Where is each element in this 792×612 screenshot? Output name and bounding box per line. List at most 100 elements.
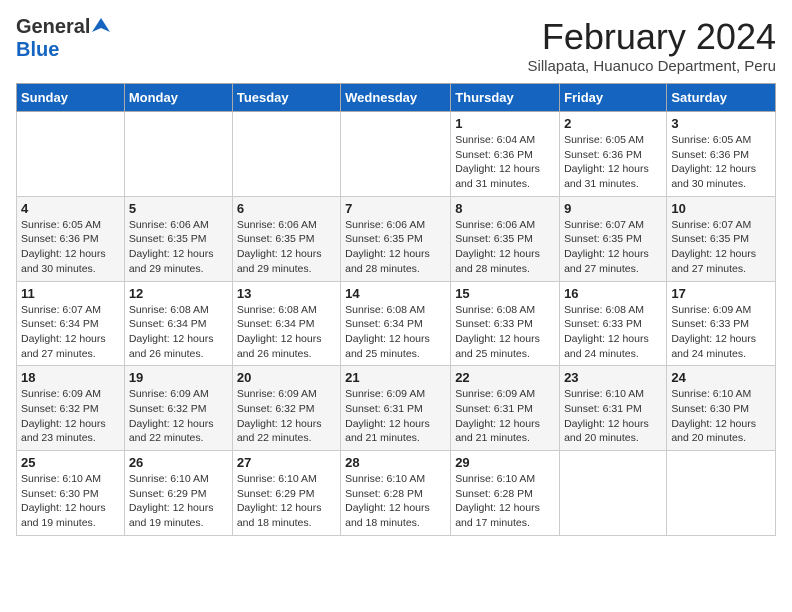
month-title: February 2024 bbox=[528, 16, 776, 58]
day-info: Sunrise: 6:08 AM Sunset: 6:34 PM Dayligh… bbox=[129, 303, 228, 362]
day-number: 21 bbox=[345, 370, 446, 385]
day-info: Sunrise: 6:09 AM Sunset: 6:32 PM Dayligh… bbox=[129, 387, 228, 446]
day-info: Sunrise: 6:06 AM Sunset: 6:35 PM Dayligh… bbox=[455, 218, 555, 277]
calendar-cell: 5Sunrise: 6:06 AM Sunset: 6:35 PM Daylig… bbox=[124, 196, 232, 281]
day-info: Sunrise: 6:05 AM Sunset: 6:36 PM Dayligh… bbox=[564, 133, 662, 192]
location-title: Sillapata, Huanuco Department, Peru bbox=[528, 58, 776, 75]
weekday-header-wednesday: Wednesday bbox=[341, 84, 451, 112]
calendar-cell: 14 Sunrise: 6:08 AM Sunset: 6:34 PM Dayli… bbox=[341, 281, 451, 366]
day-info: Sunrise: 6:09 AM Sunset: 6:31 PM Dayligh… bbox=[455, 387, 555, 446]
day-number: 23 bbox=[564, 370, 662, 385]
calendar-cell: 6 Sunrise: 6:06 AM Sunset: 6:35 PM Daylig… bbox=[232, 196, 340, 281]
day-number: 9 bbox=[564, 201, 662, 216]
weekday-header-monday: Monday bbox=[124, 84, 232, 112]
calendar-cell: 11 Sunrise: 6:07 AM Sunset: 6:34 PM Dayli… bbox=[17, 281, 125, 366]
calendar-cell: 23 Sunrise: 6:10 AM Sunset: 6:31 PM Dayli… bbox=[560, 366, 667, 451]
day-number: 18 bbox=[21, 370, 120, 385]
day-number: 8 bbox=[455, 201, 555, 216]
day-info: Sunrise: 6:09 AM Sunset: 6:31 PM Dayligh… bbox=[345, 387, 446, 446]
calendar-cell bbox=[124, 112, 232, 197]
weekday-header-thursday: Thursday bbox=[451, 84, 560, 112]
day-info: Sunrise: 6:08 AM Sunset: 6:33 PM Dayligh… bbox=[455, 303, 555, 362]
day-info: Sunrise: 6:10 AM Sunset: 6:30 PM Dayligh… bbox=[671, 387, 771, 446]
logo-blue-text: Blue bbox=[16, 39, 59, 61]
calendar-cell: 27Sunrise: 6:10 AM Sunset: 6:29 PM Dayli… bbox=[232, 451, 340, 536]
day-info: Sunrise: 6:07 AM Sunset: 6:34 PM Dayligh… bbox=[21, 303, 120, 362]
calendar-cell bbox=[560, 451, 667, 536]
calendar-cell: 13 Sunrise: 6:08 AM Sunset: 6:34 PM Dayli… bbox=[232, 281, 340, 366]
day-number: 4 bbox=[21, 201, 120, 216]
day-number: 12 bbox=[129, 286, 228, 301]
calendar-week-2: 4 Sunrise: 6:05 AM Sunset: 6:36 PM Daylig… bbox=[17, 196, 776, 281]
logo-general-text: General bbox=[16, 16, 90, 39]
day-info: Sunrise: 6:10 AM Sunset: 6:29 PM Dayligh… bbox=[129, 472, 228, 531]
calendar-week-1: 1 Sunrise: 6:04 AM Sunset: 6:36 PM Daylig… bbox=[17, 112, 776, 197]
day-info: Sunrise: 6:08 AM Sunset: 6:34 PM Dayligh… bbox=[345, 303, 446, 362]
day-info: Sunrise: 6:09 AM Sunset: 6:32 PM Dayligh… bbox=[21, 387, 120, 446]
day-number: 11 bbox=[21, 286, 120, 301]
calendar-cell: 28 Sunrise: 6:10 AM Sunset: 6:28 PM Dayli… bbox=[341, 451, 451, 536]
calendar-cell: 9 Sunrise: 6:07 AM Sunset: 6:35 PM Daylig… bbox=[560, 196, 667, 281]
day-number: 6 bbox=[237, 201, 336, 216]
calendar-cell: 12 Sunrise: 6:08 AM Sunset: 6:34 PM Dayli… bbox=[124, 281, 232, 366]
calendar-cell: 29 Sunrise: 6:10 AM Sunset: 6:28 PM Dayli… bbox=[451, 451, 560, 536]
calendar-table: SundayMondayTuesdayWednesdayThursdayFrid… bbox=[16, 83, 776, 536]
day-info: Sunrise: 6:10 AM Sunset: 6:31 PM Dayligh… bbox=[564, 387, 662, 446]
day-number: 19 bbox=[129, 370, 228, 385]
calendar-cell: 26Sunrise: 6:10 AM Sunset: 6:29 PM Dayli… bbox=[124, 451, 232, 536]
day-info: Sunrise: 6:10 AM Sunset: 6:30 PM Dayligh… bbox=[21, 472, 120, 531]
day-number: 2 bbox=[564, 116, 662, 131]
calendar-cell: 17Sunrise: 6:09 AM Sunset: 6:33 PM Dayli… bbox=[667, 281, 776, 366]
day-info: Sunrise: 6:04 AM Sunset: 6:36 PM Dayligh… bbox=[455, 133, 555, 192]
calendar-week-5: 25 Sunrise: 6:10 AM Sunset: 6:30 PM Dayli… bbox=[17, 451, 776, 536]
calendar-cell: 15Sunrise: 6:08 AM Sunset: 6:33 PM Dayli… bbox=[451, 281, 560, 366]
calendar-cell bbox=[17, 112, 125, 197]
page-header: General Blue February 2024 Sillapata, Hu… bbox=[16, 16, 776, 75]
calendar-week-4: 18 Sunrise: 6:09 AM Sunset: 6:32 PM Dayli… bbox=[17, 366, 776, 451]
calendar-cell: 3Sunrise: 6:05 AM Sunset: 6:36 PM Daylig… bbox=[667, 112, 776, 197]
day-number: 22 bbox=[455, 370, 555, 385]
calendar-cell bbox=[232, 112, 340, 197]
calendar-cell: 22 Sunrise: 6:09 AM Sunset: 6:31 PM Dayli… bbox=[451, 366, 560, 451]
day-number: 1 bbox=[455, 116, 555, 131]
calendar-cell: 1 Sunrise: 6:04 AM Sunset: 6:36 PM Daylig… bbox=[451, 112, 560, 197]
title-area: February 2024 Sillapata, Huanuco Departm… bbox=[528, 16, 776, 75]
weekday-header-saturday: Saturday bbox=[667, 84, 776, 112]
calendar-cell: 20 Sunrise: 6:09 AM Sunset: 6:32 PM Dayli… bbox=[232, 366, 340, 451]
day-number: 7 bbox=[345, 201, 446, 216]
day-number: 29 bbox=[455, 455, 555, 470]
day-number: 5 bbox=[129, 201, 228, 216]
day-number: 13 bbox=[237, 286, 336, 301]
calendar-cell: 19 Sunrise: 6:09 AM Sunset: 6:32 PM Dayli… bbox=[124, 366, 232, 451]
day-number: 3 bbox=[671, 116, 771, 131]
day-number: 28 bbox=[345, 455, 446, 470]
calendar-header-row: SundayMondayTuesdayWednesdayThursdayFrid… bbox=[17, 84, 776, 112]
day-info: Sunrise: 6:05 AM Sunset: 6:36 PM Dayligh… bbox=[21, 218, 120, 277]
calendar-cell: 18 Sunrise: 6:09 AM Sunset: 6:32 PM Dayli… bbox=[17, 366, 125, 451]
day-number: 24 bbox=[671, 370, 771, 385]
calendar-cell: 16Sunrise: 6:08 AM Sunset: 6:33 PM Dayli… bbox=[560, 281, 667, 366]
calendar-cell: 8 Sunrise: 6:06 AM Sunset: 6:35 PM Daylig… bbox=[451, 196, 560, 281]
day-info: Sunrise: 6:06 AM Sunset: 6:35 PM Dayligh… bbox=[345, 218, 446, 277]
day-info: Sunrise: 6:07 AM Sunset: 6:35 PM Dayligh… bbox=[671, 218, 771, 277]
logo-bird-icon bbox=[92, 16, 110, 34]
day-number: 14 bbox=[345, 286, 446, 301]
day-info: Sunrise: 6:09 AM Sunset: 6:33 PM Dayligh… bbox=[671, 303, 771, 362]
day-info: Sunrise: 6:06 AM Sunset: 6:35 PM Dayligh… bbox=[237, 218, 336, 277]
day-info: Sunrise: 6:07 AM Sunset: 6:35 PM Dayligh… bbox=[564, 218, 662, 277]
day-info: Sunrise: 6:10 AM Sunset: 6:28 PM Dayligh… bbox=[455, 472, 555, 531]
calendar-cell: 7 Sunrise: 6:06 AM Sunset: 6:35 PM Daylig… bbox=[341, 196, 451, 281]
day-number: 25 bbox=[21, 455, 120, 470]
day-number: 20 bbox=[237, 370, 336, 385]
day-info: Sunrise: 6:08 AM Sunset: 6:33 PM Dayligh… bbox=[564, 303, 662, 362]
calendar-cell: 24 Sunrise: 6:10 AM Sunset: 6:30 PM Dayli… bbox=[667, 366, 776, 451]
day-info: Sunrise: 6:08 AM Sunset: 6:34 PM Dayligh… bbox=[237, 303, 336, 362]
weekday-header-sunday: Sunday bbox=[17, 84, 125, 112]
day-number: 27 bbox=[237, 455, 336, 470]
calendar-cell: 2 Sunrise: 6:05 AM Sunset: 6:36 PM Daylig… bbox=[560, 112, 667, 197]
day-info: Sunrise: 6:09 AM Sunset: 6:32 PM Dayligh… bbox=[237, 387, 336, 446]
logo: General Blue bbox=[16, 16, 110, 62]
calendar-cell: 10Sunrise: 6:07 AM Sunset: 6:35 PM Dayli… bbox=[667, 196, 776, 281]
calendar-cell bbox=[341, 112, 451, 197]
day-info: Sunrise: 6:10 AM Sunset: 6:28 PM Dayligh… bbox=[345, 472, 446, 531]
